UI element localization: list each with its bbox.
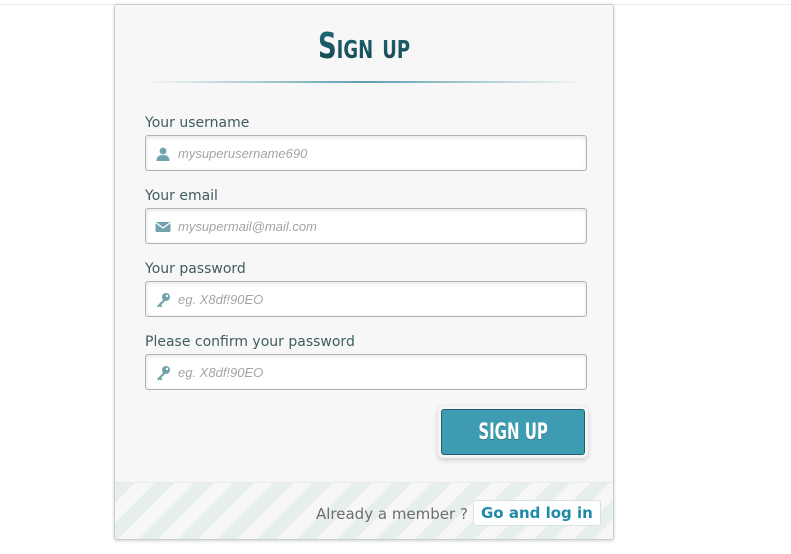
key-icon	[157, 366, 170, 381]
email-field[interactable]	[145, 208, 587, 244]
username-field[interactable]	[145, 135, 587, 171]
envelope-icon	[155, 222, 171, 232]
password-field[interactable]	[145, 281, 587, 317]
login-link[interactable]: Go and log in	[473, 500, 601, 526]
confirm-password-field[interactable]	[145, 354, 587, 390]
signup-form-card: Sign up Your username Your email Your pa…	[114, 4, 614, 540]
confirm-password-input[interactable]	[178, 355, 578, 389]
username-input[interactable]	[178, 136, 578, 170]
sign-up-button-label: SIGN UP	[478, 419, 548, 445]
email-label: Your email	[145, 188, 218, 204]
user-icon	[156, 147, 170, 161]
key-icon	[157, 293, 170, 308]
email-input[interactable]	[178, 209, 578, 243]
password-input[interactable]	[178, 282, 578, 316]
sign-up-button[interactable]: SIGN UP	[441, 409, 585, 455]
form-title: Sign up	[185, 27, 544, 67]
title-divider	[145, 81, 585, 83]
already-member-text: Already a member ?	[316, 505, 468, 523]
form-footer: Already a member ? Go and log in	[115, 482, 613, 539]
username-label: Your username	[145, 115, 250, 131]
password-label: Your password	[145, 261, 246, 277]
confirm-password-label: Please confirm your password	[145, 334, 355, 350]
